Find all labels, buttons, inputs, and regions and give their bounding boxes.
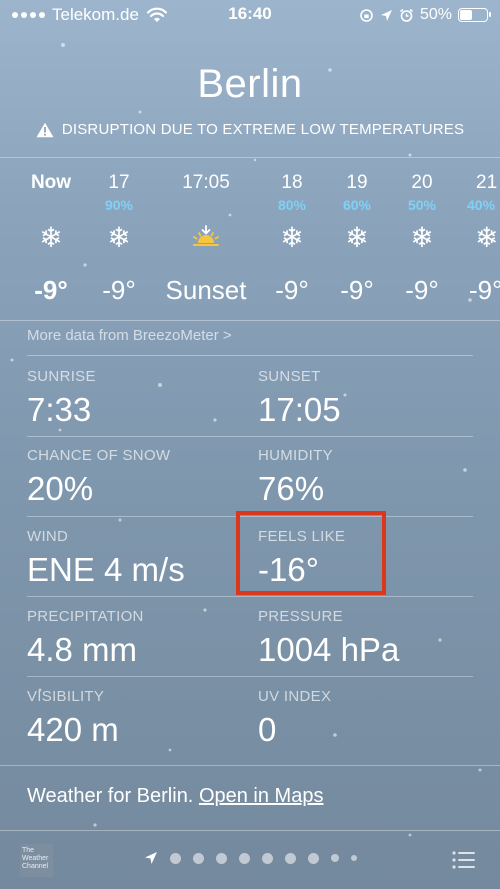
- detail-label: PRECIPITATION: [27, 608, 144, 625]
- breezometer-link[interactable]: More data from BreezoMeter >: [27, 327, 232, 344]
- open-in-maps-link[interactable]: Open in Maps: [199, 785, 324, 807]
- snowflake-icon: ❄: [475, 221, 499, 253]
- alert-text: DISRUPTION DUE TO EXTREME LOW TEMPERATUR…: [61, 121, 465, 138]
- city-list-icon[interactable]: [452, 850, 476, 870]
- hourly-item: 18 80% ❄ -9°: [260, 170, 324, 306]
- hourly-item: 17 90% ❄ -9°: [87, 170, 151, 306]
- page-dot: [284, 852, 296, 864]
- hour-time: 20: [411, 172, 433, 193]
- detail-value: 0: [258, 711, 277, 748]
- detail-label: VISIBILITY: [27, 688, 105, 705]
- battery-level: [460, 10, 472, 20]
- location-arrow-icon: [380, 9, 392, 21]
- hour-precip: [163, 196, 249, 214]
- detail-label: UV INDEX: [258, 688, 332, 705]
- hour-time: 19: [346, 172, 368, 193]
- hour-temp: -9°: [405, 275, 439, 305]
- hour-precip: 90%: [104, 197, 134, 213]
- footer: Weather for Berlin. Open in Maps: [27, 785, 323, 808]
- rotation-lock-icon: [360, 8, 373, 22]
- hour-temp: -9°: [102, 275, 136, 305]
- divider: [0, 765, 500, 766]
- detail-value: 420 m: [27, 711, 119, 748]
- weather-alert[interactable]: DISRUPTION DUE TO EXTREME LOW TEMPERATUR…: [0, 121, 500, 138]
- detail-label: SUNSET: [258, 368, 321, 385]
- detail-value: 76%: [258, 470, 325, 507]
- alarm-icon: [399, 8, 413, 22]
- hourly-item: 21 40% ❄ -9°: [455, 170, 500, 306]
- hour-time: Now: [30, 172, 72, 193]
- snowflake-icon: ❄: [345, 221, 369, 253]
- snowflake-icon: ❄: [107, 221, 131, 253]
- detail-sunset: SUNSET 17:05: [258, 368, 341, 430]
- hour-temp: -9°: [34, 275, 68, 305]
- page-dot: [192, 852, 204, 864]
- detail-value: ENE 4 m/s: [27, 551, 185, 588]
- hour-time: 17:05: [182, 172, 230, 193]
- detail-pressure: PRESSURE 1004 hPa: [258, 608, 399, 670]
- sunset-icon: [163, 214, 249, 260]
- detail-label: CHANCE OF SNOW: [27, 447, 171, 464]
- hourly-item: Now ❄ -9°: [19, 170, 83, 306]
- hour-precip: [19, 196, 83, 214]
- hour-precip: 60%: [342, 197, 372, 213]
- hour-precip: 40%: [467, 197, 496, 213]
- divider: [27, 676, 473, 677]
- hour-precip: 80%: [277, 197, 307, 213]
- snowflake-icon: ❄: [39, 221, 63, 253]
- hour-temp: -9°: [275, 275, 309, 305]
- page-dot: [169, 852, 181, 864]
- detail-uv-index: UV INDEX 0: [258, 688, 331, 750]
- page-dot: [261, 852, 273, 864]
- city-name: Berlin: [197, 62, 303, 106]
- footer-text: Weather for Berlin.: [27, 785, 194, 807]
- hour-time: 18: [281, 172, 303, 193]
- divider: [0, 157, 500, 158]
- detail-humidity: HUMIDITY 76%: [258, 447, 333, 509]
- current-location-icon: [144, 852, 157, 864]
- hour-precip: 50%: [407, 197, 437, 213]
- warning-icon: [36, 122, 54, 137]
- divider: [0, 320, 500, 321]
- detail-value: 7:33: [27, 391, 92, 428]
- detail-visibility: VISIBILITY 420 m: [27, 688, 119, 750]
- detail-label: SUNRISE: [27, 368, 96, 385]
- feels-like-highlight-box: [236, 511, 386, 595]
- detail-label: WIND: [27, 528, 69, 545]
- detail-value: 4.8 mm: [27, 631, 138, 668]
- page-dot: [215, 852, 227, 864]
- hourly-item: 19 60% ❄ -9°: [325, 170, 389, 306]
- divider: [27, 596, 473, 597]
- detail-sunrise: SUNRISE 7:33: [27, 368, 96, 430]
- page-dot: [350, 855, 357, 861]
- battery-icon: [458, 8, 491, 22]
- page-dot: [330, 854, 339, 862]
- detail-value: 20%: [27, 470, 94, 507]
- hourly-item: 17:05 Sunset: [163, 170, 249, 306]
- divider: [27, 355, 473, 356]
- battery-percent: 50%: [419, 6, 452, 23]
- hour-temp: -9°: [340, 275, 374, 305]
- detail-label: HUMIDITY: [258, 447, 333, 464]
- page-dot: [238, 852, 250, 864]
- status-bar-right: 50%: [359, 4, 491, 26]
- hour-temp: -9°: [469, 275, 500, 305]
- snowflake-icon: ❄: [410, 221, 434, 253]
- snowflake-icon: ❄: [280, 221, 304, 253]
- hour-time: 17: [108, 172, 130, 193]
- detail-value: 1004 hPa: [258, 631, 400, 668]
- divider: [27, 436, 473, 437]
- detail-value: 17:05: [258, 391, 341, 428]
- detail-precipitation: PRECIPITATION 4.8 mm: [27, 608, 144, 670]
- hour-temp: Sunset: [165, 275, 247, 305]
- detail-chance-of-snow: CHANCE OF SNOW 20%: [27, 447, 170, 509]
- page-dot: [307, 852, 319, 864]
- detail-label: PRESSURE: [258, 608, 343, 625]
- page-indicator[interactable]: [0, 851, 500, 865]
- divider: [0, 830, 500, 831]
- hour-time: 21: [476, 172, 498, 193]
- hourly-item: 20 50% ❄ -9°: [390, 170, 454, 306]
- detail-wind: WIND ENE 4 m/s: [27, 528, 185, 590]
